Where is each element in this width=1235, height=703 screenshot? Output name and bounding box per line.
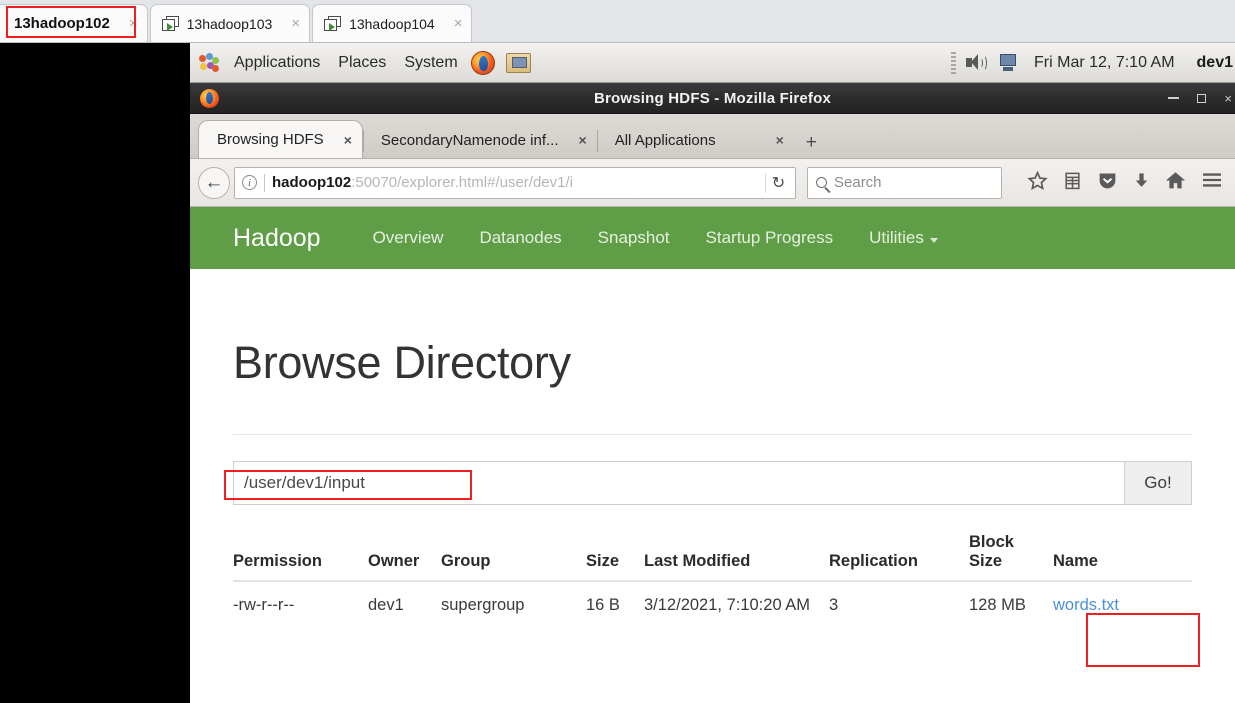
pocket-icon[interactable] [1097, 170, 1118, 196]
url-path: :50070/explorer.html#/user/dev1/i [351, 174, 573, 191]
terminal-tab-13hadoop103[interactable]: 13hadoop103 × [149, 4, 311, 42]
browser-tab-label: SecondaryNamenode inf... [380, 131, 559, 149]
col-size: Size [586, 533, 644, 582]
browser-tab-label: Browsing HDFS [217, 131, 324, 148]
gnome-top-panel: Applications Places System Fri Mar 12, 7… [190, 43, 1235, 83]
nav-item-utilities[interactable]: Utilities [851, 228, 956, 248]
terminal-tab-bar: 13hadoop102 × 13hadoop103 × 13hadoop104 … [0, 0, 1235, 43]
library-icon[interactable] [1063, 170, 1082, 196]
file-link-words-txt[interactable]: words.txt [1053, 596, 1119, 614]
back-button[interactable]: ← [198, 166, 230, 199]
menu-icon[interactable] [1201, 171, 1223, 194]
nav-item-startup-progress[interactable]: Startup Progress [688, 228, 852, 248]
minimize-button[interactable] [1168, 97, 1180, 99]
col-block-size: Block Size [969, 533, 1053, 582]
terminal-tab-label: 13hadoop103 [186, 15, 273, 32]
menu-places[interactable]: Places [329, 54, 395, 72]
download-icon[interactable] [1133, 170, 1150, 196]
network-icon[interactable] [996, 52, 1020, 74]
firefox-window: Browsing HDFS - Mozilla Firefox × Browsi… [190, 83, 1235, 703]
browser-tab-browsing-hdfs[interactable]: Browsing HDFS × [198, 120, 363, 158]
panel-drag-handle[interactable] [951, 51, 957, 74]
nav-item-overview[interactable]: Overview [355, 228, 462, 248]
terminal-tab-13hadoop104[interactable]: 13hadoop104 × [312, 4, 473, 42]
gnome-foot-icon [198, 52, 219, 73]
menu-system[interactable]: System [395, 54, 466, 72]
search-icon [816, 177, 827, 188]
chevron-down-icon [929, 238, 938, 243]
page-container: Browse Directory /user/dev1/input Go! Pe… [190, 337, 1235, 625]
cell-size: 16 B [586, 596, 620, 614]
col-permission: Permission [233, 533, 368, 582]
window-title: Browsing HDFS - Mozilla Firefox [593, 89, 832, 107]
bookmark-star-icon[interactable] [1027, 170, 1048, 196]
table-header-row: Permission Owner Group Size Last Modifie… [233, 533, 1192, 582]
cell-block-size: 128 MB [969, 596, 1026, 614]
directory-path-input[interactable]: /user/dev1/input [233, 461, 1124, 505]
volume-icon[interactable] [964, 52, 988, 74]
screen: 13hadoop102 × 13hadoop103 × 13hadoop104 … [0, 0, 1235, 703]
new-tab-button[interactable]: + [794, 133, 829, 158]
close-icon[interactable]: × [579, 132, 587, 148]
firefox-title-bar: Browsing HDFS - Mozilla Firefox × [190, 83, 1235, 114]
close-icon[interactable]: × [291, 16, 300, 31]
url-bar[interactable]: i hadoop102:50070/explorer.html#/user/de… [234, 166, 796, 199]
close-icon[interactable]: × [776, 132, 784, 148]
terminal-tab-label: 13hadoop104 [349, 15, 435, 32]
divider [233, 434, 1192, 435]
cell-name: words.txt [1053, 581, 1192, 625]
browser-tab-secondarynamenode[interactable]: SecondaryNamenode inf... × [362, 122, 597, 158]
search-box[interactable]: Search [807, 166, 1002, 199]
cell-last-modified: 3/12/2021, 7:10:20 AM [644, 596, 811, 614]
cell-group: supergroup [441, 596, 525, 614]
firefox-icon[interactable] [470, 50, 495, 75]
browser-navigation-toolbar: ← i hadoop102:50070/explorer.html#/user/… [190, 159, 1235, 207]
file-listing-table: Permission Owner Group Size Last Modifie… [233, 533, 1192, 625]
terminal-tab-label: 13hadoop102 [14, 15, 110, 32]
session-icon [161, 15, 180, 32]
browser-tab-label: All Applications [614, 131, 716, 149]
nav-item-utilities-label: Utilities [869, 228, 924, 247]
go-button[interactable]: Go! [1124, 461, 1192, 505]
col-name: Name [1053, 533, 1192, 582]
col-group: Group [441, 533, 586, 582]
page-content: Hadoop Overview Datanodes Snapshot Start… [190, 207, 1235, 703]
hadoop-brand[interactable]: Hadoop [233, 224, 321, 253]
close-icon[interactable]: × [129, 16, 138, 31]
url-text: hadoop102:50070/explorer.html#/user/dev1… [272, 174, 765, 191]
page-title: Browse Directory [233, 337, 571, 388]
nav-item-snapshot[interactable]: Snapshot [580, 228, 688, 248]
close-button[interactable]: × [1224, 92, 1232, 105]
session-icon [324, 15, 342, 32]
cell-permission: -rw-r--r-- [233, 596, 295, 614]
menu-applications[interactable]: Applications [225, 54, 329, 72]
path-form: /user/dev1/input Go! [233, 461, 1192, 505]
terminal-tab-13hadoop102[interactable]: 13hadoop102 × [0, 4, 148, 42]
col-replication: Replication [829, 533, 969, 582]
home-icon[interactable] [1165, 170, 1186, 196]
close-icon[interactable]: × [344, 132, 352, 148]
page-info-icon[interactable]: i [242, 175, 257, 190]
hadoop-navbar: Hadoop Overview Datanodes Snapshot Start… [190, 207, 1235, 269]
close-icon[interactable]: × [454, 16, 463, 31]
nav-item-datanodes[interactable]: Datanodes [461, 228, 579, 248]
col-owner: Owner [368, 533, 441, 582]
cell-replication: 3 [829, 596, 839, 614]
col-last-modified: Last Modified [644, 533, 829, 582]
browser-tab-strip: Browsing HDFS × SecondaryNamenode inf...… [190, 114, 1235, 159]
browser-tab-all-applications[interactable]: All Applications × [596, 122, 794, 158]
panel-clock[interactable]: Fri Mar 12, 7:10 AM [1028, 54, 1175, 72]
panel-username[interactable]: dev1 [1183, 54, 1233, 72]
cell-owner: dev1 [368, 596, 404, 614]
url-host: hadoop102 [272, 174, 352, 191]
maximize-button[interactable] [1197, 93, 1207, 103]
table-row: -rw-r--r-- dev1 supergroup 16 B 3/12/202… [233, 581, 1192, 625]
file-manager-icon[interactable] [505, 52, 531, 73]
reload-icon[interactable]: ↻ [765, 172, 791, 193]
search-placeholder: Search [834, 174, 882, 191]
desktop: Applications Places System Fri Mar 12, 7… [190, 43, 1235, 703]
